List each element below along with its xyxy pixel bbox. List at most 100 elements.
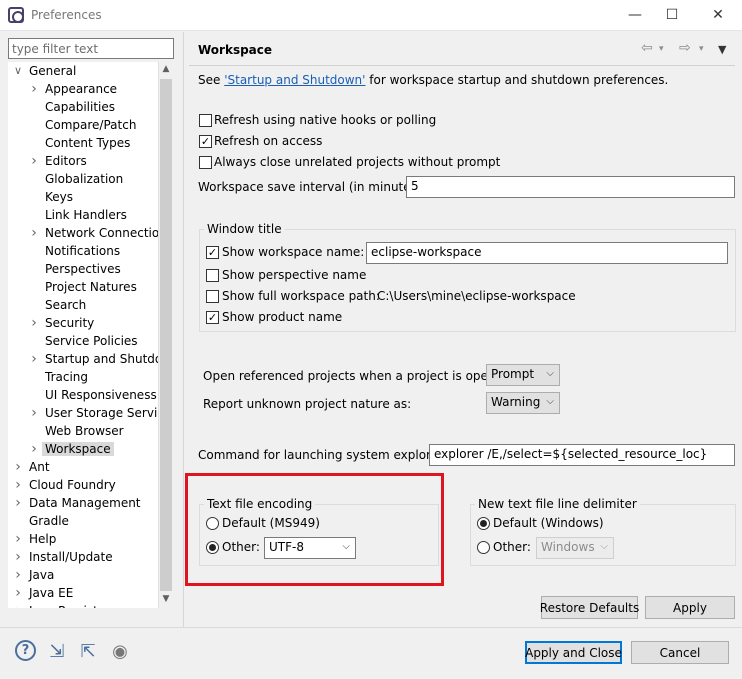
scroll-down-icon[interactable]: ▼	[158, 594, 174, 604]
tree-item-label: Gradle	[29, 514, 69, 528]
pane-divider[interactable]	[183, 32, 184, 628]
tree-item[interactable]: › Ant	[15, 458, 49, 476]
delimiter-other-radio[interactable]	[477, 541, 490, 554]
view-menu-icon[interactable]: ▼	[718, 43, 726, 56]
tree-item[interactable]: Perspectives	[45, 260, 121, 278]
open-referenced-dropdown[interactable]: Prompt ⌵	[486, 364, 560, 386]
tree-item[interactable]: › Workspace	[31, 440, 114, 458]
tree-item[interactable]: › Data Management	[15, 494, 140, 512]
back-menu-chevron-icon[interactable]: ▾	[659, 44, 664, 54]
expand-right-icon[interactable]: ›	[13, 566, 23, 584]
tree-item[interactable]: › Startup and Shutdown	[31, 350, 158, 368]
tree-item[interactable]: UI Responsiveness Monitoring	[45, 386, 158, 404]
expand-right-icon[interactable]: ›	[13, 602, 23, 608]
tree-item[interactable]: › Security	[31, 314, 94, 332]
expand-right-icon[interactable]: ›	[13, 494, 23, 512]
help-icon[interactable]: ?	[15, 640, 36, 661]
expand-right-icon[interactable]: ›	[29, 80, 39, 98]
forward-arrow-icon[interactable]: ⇨	[679, 40, 691, 56]
refresh-native-checkbox[interactable]	[199, 114, 212, 127]
tree-item[interactable]: › Appearance	[31, 80, 117, 98]
explorer-command-input[interactable]: explorer /E,/select=${selected_resource_…	[429, 444, 735, 466]
tree-item[interactable]: Web Browser	[45, 422, 124, 440]
expand-right-icon[interactable]: ›	[29, 350, 39, 368]
close-button[interactable]: ✕	[703, 4, 733, 26]
tree-item[interactable]: Compare/Patch	[45, 116, 136, 134]
tree-item[interactable]: Notifications	[45, 242, 120, 260]
expand-right-icon[interactable]: ›	[13, 548, 23, 566]
delimiter-dropdown[interactable]: Windows ⌵	[536, 537, 614, 559]
delimiter-default-label[interactable]: Default (Windows)	[493, 516, 604, 530]
expand-right-icon[interactable]: ›	[29, 152, 39, 170]
expand-right-icon[interactable]: ›	[29, 314, 39, 332]
show-workspace-name-checkbox[interactable]	[206, 246, 219, 259]
expand-right-icon[interactable]: ›	[13, 530, 23, 548]
tree-item[interactable]: › Java	[15, 566, 55, 584]
apply-and-close-button[interactable]: Apply and Close	[525, 641, 622, 664]
always-close-label[interactable]: Always close unrelated projects without …	[214, 155, 500, 169]
delimiter-other-label[interactable]: Other:	[493, 540, 531, 554]
cancel-button[interactable]: Cancel	[631, 641, 729, 664]
expand-right-icon[interactable]: ›	[29, 404, 39, 422]
record-icon[interactable]: ◉	[109, 640, 131, 662]
expand-right-icon[interactable]: ›	[13, 476, 23, 494]
scroll-up-icon[interactable]: ▲	[158, 64, 174, 74]
tree-item[interactable]: Keys	[45, 188, 73, 206]
tree-item[interactable]: › Cloud Foundry	[15, 476, 116, 494]
tree-item-label: Install/Update	[29, 550, 113, 564]
expand-right-icon[interactable]: ›	[29, 440, 39, 458]
tree-item-label: Content Types	[45, 136, 131, 150]
tree-item[interactable]: › User Storage Service	[31, 404, 158, 422]
expand-right-icon[interactable]: ›	[13, 458, 23, 476]
expand-right-icon[interactable]: ›	[13, 584, 23, 602]
import-icon[interactable]: ⇲	[46, 640, 68, 662]
report-nature-dropdown[interactable]: Warning ⌵	[486, 392, 560, 414]
show-perspective-checkbox[interactable]	[206, 269, 219, 282]
show-product-label[interactable]: Show product name	[222, 310, 342, 324]
tree-item[interactable]: Gradle	[29, 512, 69, 530]
tree-item[interactable]: Project Natures	[45, 278, 137, 296]
chevron-down-icon: ⌵	[546, 368, 554, 379]
tree-item[interactable]: › Install/Update	[15, 548, 113, 566]
refresh-access-label[interactable]: Refresh on access	[214, 134, 322, 148]
refresh-native-label[interactable]: Refresh using native hooks or polling	[214, 113, 436, 127]
preference-tree[interactable]: ∨ General › Appearance Capabilities Compare/P…	[8, 62, 158, 608]
forward-menu-chevron-icon[interactable]: ▾	[699, 44, 704, 54]
expand-right-icon[interactable]: ›	[29, 224, 39, 242]
tree-item[interactable]: Globalization	[45, 170, 123, 188]
tree-item[interactable]: Tracing	[45, 368, 88, 386]
tree-item-label: Compare/Patch	[45, 118, 137, 132]
tree-scrollbar-thumb[interactable]	[160, 79, 172, 591]
tree-item[interactable]: › Help	[15, 530, 56, 548]
back-arrow-icon[interactable]: ⇦	[641, 40, 653, 56]
show-product-checkbox[interactable]	[206, 311, 219, 324]
restore-defaults-button[interactable]: Restore Defaults	[540, 596, 639, 619]
delimiter-default-radio[interactable]	[477, 517, 490, 530]
tree-item[interactable]: ∨ General	[14, 62, 76, 80]
minimize-button[interactable]: —	[620, 4, 650, 26]
tree-item[interactable]: Service Policies	[45, 332, 138, 350]
apply-button[interactable]: Apply	[645, 596, 735, 619]
startup-shutdown-link[interactable]: 'Startup and Shutdown'	[224, 73, 365, 87]
tree-item[interactable]: › Network Connections	[31, 224, 158, 242]
tree-item[interactable]: Capabilities	[45, 98, 115, 116]
tree-item-label: Java	[29, 568, 55, 582]
show-perspective-label[interactable]: Show perspective name	[222, 268, 366, 282]
always-close-checkbox[interactable]	[199, 156, 212, 169]
save-interval-input[interactable]: 5	[406, 176, 735, 198]
refresh-access-checkbox[interactable]	[199, 135, 212, 148]
tree-item[interactable]: › Editors	[31, 152, 87, 170]
workspace-name-input[interactable]: eclipse-workspace	[366, 242, 728, 264]
maximize-button[interactable]: ☐	[657, 4, 687, 26]
tree-item[interactable]: › Java EE	[15, 584, 73, 602]
tree-item[interactable]: Link Handlers	[45, 206, 127, 224]
filter-input[interactable]	[8, 38, 174, 59]
show-workspace-name-label[interactable]: Show workspace name:	[222, 245, 364, 259]
show-full-path-label[interactable]: Show full workspace path:	[222, 289, 380, 303]
tree-item[interactable]: Content Types	[45, 134, 130, 152]
tree-item[interactable]: › Java Persistence	[15, 602, 127, 608]
tree-item[interactable]: Search	[45, 296, 86, 314]
show-full-path-checkbox[interactable]	[206, 290, 219, 303]
expand-down-icon[interactable]: ∨	[13, 62, 23, 80]
export-icon[interactable]: ⇱	[77, 640, 99, 662]
